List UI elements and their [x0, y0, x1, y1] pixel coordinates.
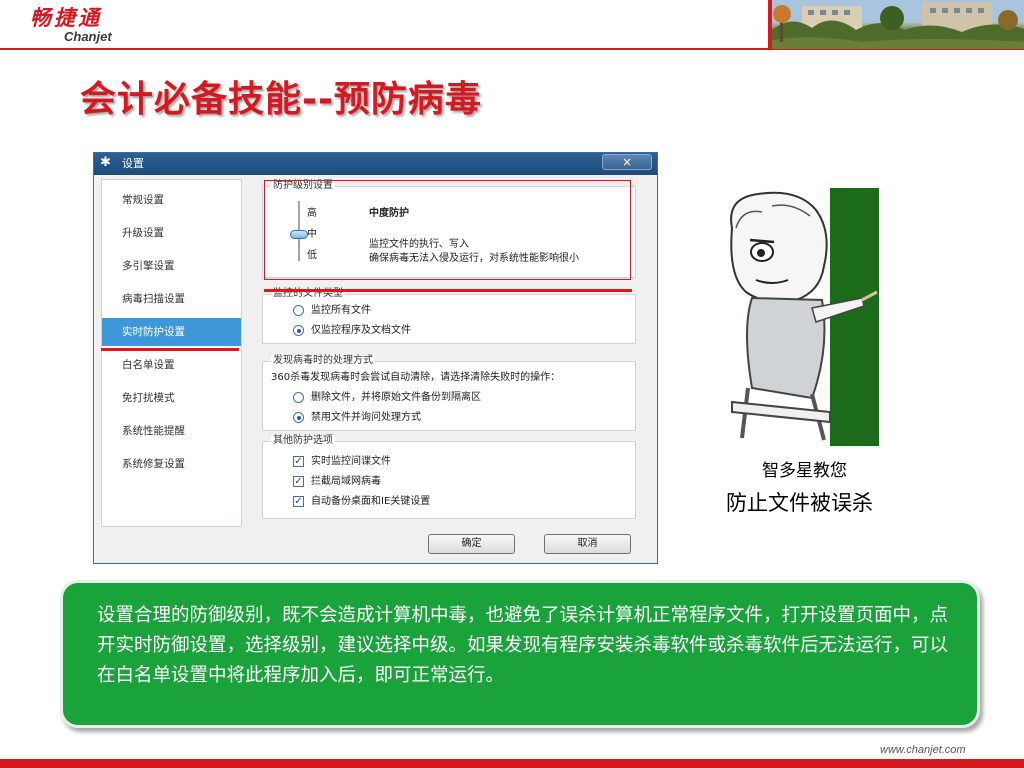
lan-virus-block-checkbox[interactable]: ✓ — [293, 476, 304, 487]
logo-chinese-text: 畅捷通 — [30, 5, 102, 30]
level-highlight-underline — [264, 289, 632, 292]
other-protection-group: 其他防护选项 ✓ 实时监控间谍文件 ✓ 拦截局域网病毒 ✓ 自动备份桌面和IE关… — [262, 435, 636, 519]
logo-english-text: Chanjet — [64, 29, 112, 44]
spyware-monitor-label: 实时监控间谍文件 — [311, 456, 391, 467]
explanation-note-text: 设置合理的防御级别，既不会造成计算机中毒，也避免了误杀计算机正常程序文件，打开设… — [97, 605, 949, 686]
cartoon-caption-large: 防止文件被误杀 — [726, 491, 873, 515]
lan-virus-block-label: 拦截局域网病毒 — [311, 476, 381, 487]
spyware-monitor-checkbox[interactable]: ✓ — [293, 456, 304, 467]
dialog-titlebar: ✱ 设置 × — [94, 153, 657, 175]
teacher-cartoon-image — [712, 188, 879, 446]
sidebar-item-whitelist[interactable]: 白名单设置 — [102, 351, 241, 379]
footer-website: www.chanjet.com — [880, 744, 966, 756]
sidebar-item-performance-alert[interactable]: 系统性能提醒 — [102, 417, 241, 445]
sidebar-item-do-not-disturb[interactable]: 免打扰模式 — [102, 384, 241, 412]
slide-header: 畅捷通 Chanjet — [0, 0, 1024, 52]
sidebar-item-realtime-protection[interactable]: 实时防护设置 — [102, 318, 241, 346]
auto-backup-checkbox[interactable]: ✓ — [293, 496, 304, 507]
monitor-all-files-label: 监控所有文件 — [311, 305, 371, 316]
settings-sidebar: 常规设置 升级设置 多引擎设置 病毒扫描设置 实时防护设置 白名单设置 免打扰模… — [101, 179, 242, 527]
auto-backup-label: 自动备份桌面和IE关键设置 — [311, 496, 431, 507]
sidebar-item-multi-engine[interactable]: 多引擎设置 — [102, 252, 241, 280]
sidebar-highlight-underline — [101, 348, 239, 351]
monitor-all-files-radio[interactable] — [293, 305, 304, 316]
level-highlight-box — [264, 180, 631, 280]
virus-handling-group: 发现病毒时的处理方式 360杀毒发现病毒时会尝试自动清除，请选择清除失败时的操作… — [262, 355, 636, 431]
dialog-title: 设置 — [122, 157, 144, 170]
sidebar-item-system-repair[interactable]: 系统修复设置 — [102, 450, 241, 478]
sidebar-item-virus-scan[interactable]: 病毒扫描设置 — [102, 285, 241, 313]
close-button[interactable]: × — [602, 154, 652, 170]
page-title: 会计必备技能--预防病毒 — [80, 79, 482, 120]
campus-photo-image — [772, 0, 1024, 49]
ok-button[interactable]: 确定 — [428, 534, 515, 554]
header-campus-photo — [768, 0, 1024, 49]
virus-handling-group-label: 发现病毒时的处理方式 — [271, 355, 375, 367]
explanation-note: 设置合理的防御级别，既不会造成计算机中毒，也避免了误杀计算机正常程序文件，打开设… — [60, 580, 980, 728]
virus-handling-intro: 360杀毒发现病毒时会尝试自动清除，请选择清除失败时的操作： — [271, 372, 561, 383]
disable-file-label: 禁用文件并询问处理方式 — [311, 412, 421, 423]
sidebar-item-upgrade[interactable]: 升级设置 — [102, 219, 241, 247]
sidebar-item-general[interactable]: 常规设置 — [102, 186, 241, 214]
footer-bar — [0, 759, 1024, 768]
delete-file-radio[interactable] — [293, 392, 304, 403]
cartoon-caption-small: 智多星教您 — [762, 461, 847, 481]
gear-icon: ✱ — [100, 155, 111, 170]
disable-file-radio[interactable] — [293, 412, 304, 423]
monitor-programs-docs-label: 仅监控程序及文档文件 — [311, 325, 411, 336]
teacher-cartoon — [712, 188, 879, 446]
chanjet-logo: 畅捷通 Chanjet — [30, 6, 112, 44]
other-protection-group-label: 其他防护选项 — [271, 435, 335, 447]
cancel-button[interactable]: 取消 — [544, 534, 631, 554]
delete-file-label: 删除文件，并将原始文件备份到隔离区 — [311, 392, 481, 403]
monitor-file-type-group: 监控的文件类型 监控所有文件 仅监控程序及文档文件 — [262, 288, 636, 344]
monitor-programs-docs-radio[interactable] — [293, 325, 304, 336]
close-icon: × — [621, 155, 633, 169]
